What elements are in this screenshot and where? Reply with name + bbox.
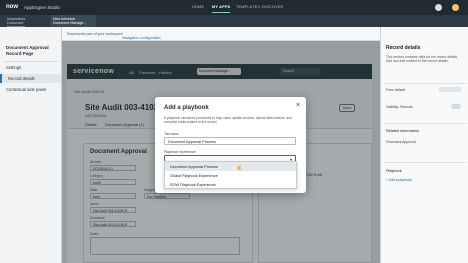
page-title: Document Approval Record Page <box>6 45 49 56</box>
visibility-label: Visibility: Records <box>386 105 413 109</box>
left-item-settings[interactable]: Settings <box>6 65 21 70</box>
nav-discover[interactable]: DISCOVER <box>262 5 283 9</box>
visibility-toggle[interactable] <box>451 104 461 109</box>
user-avatar-icon[interactable] <box>452 4 459 11</box>
divider <box>384 162 466 163</box>
form-default-label: Form default <box>386 88 406 92</box>
file-tab-strip: Inspections Document Manageme... New Int… <box>0 15 468 29</box>
left-item-contextual-side-panel[interactable]: Contextual side panel <box>6 87 46 92</box>
divider <box>4 61 58 62</box>
add-playbook-link[interactable]: + Add a playbook <box>386 178 412 182</box>
close-icon[interactable]: × <box>296 102 300 109</box>
tab-new-interface[interactable]: New Interface Document Manage... <box>50 15 96 27</box>
option-sow-playbook-experience[interactable]: SOW Playbook Experience <box>165 180 296 189</box>
now-logo: now <box>6 4 18 10</box>
experience-label: Playbook experience <box>164 150 196 154</box>
navigation-config-link[interactable]: Navigation configuration <box>122 36 161 40</box>
left-panel: Document Approval Record Page Settings R… <box>0 27 62 263</box>
left-item-record-details[interactable]: Record details <box>0 74 61 83</box>
tab-name-label: Tab name <box>164 132 179 136</box>
option-document-approval-process[interactable]: Document Approval Process <box>165 162 296 171</box>
nav-home[interactable]: HOME <box>192 5 204 9</box>
mouse-pointer-icon: ☝ <box>236 165 243 171</box>
panel-title: Record details <box>386 45 421 51</box>
top-navigation-bar: now AppEngine Studio HOME MY APPS TEMPLA… <box>0 0 468 15</box>
tab-name-input[interactable]: Document Approval Process <box>164 137 296 145</box>
app-name: AppEngine Studio <box>24 5 61 10</box>
playbook-heading: Playbook <box>386 169 402 173</box>
modal-description: A playbook visualizes processes to help … <box>164 116 292 125</box>
content-header: Represents part of your workspace Naviga… <box>62 27 380 41</box>
modal-title: Add a playbook <box>164 105 209 111</box>
nav-templates[interactable]: TEMPLATES <box>236 5 260 9</box>
experience-dropdown-list: Document Approval Process Global Playboo… <box>164 161 297 189</box>
related-info-heading: Related information <box>386 129 419 133</box>
panel-description: This section contains data for the recor… <box>386 55 458 64</box>
nav-my-apps[interactable]: MY APPS <box>212 5 231 13</box>
workspace-hint: Represents part of your workspace <box>67 32 123 36</box>
tab-inspections[interactable]: Inspections Document Manageme... <box>4 15 48 29</box>
form-default-select[interactable] <box>439 87 461 92</box>
help-icon[interactable] <box>435 4 442 11</box>
related-info-item[interactable]: Document Approval <box>386 140 416 144</box>
divider <box>384 123 466 124</box>
tab-line2: Document Manage... <box>53 21 87 25</box>
right-config-panel: Record details This section contains dat… <box>380 27 468 263</box>
option-global-playbook-experience[interactable]: Global Playbook Experience <box>165 171 296 180</box>
divider <box>384 83 466 84</box>
